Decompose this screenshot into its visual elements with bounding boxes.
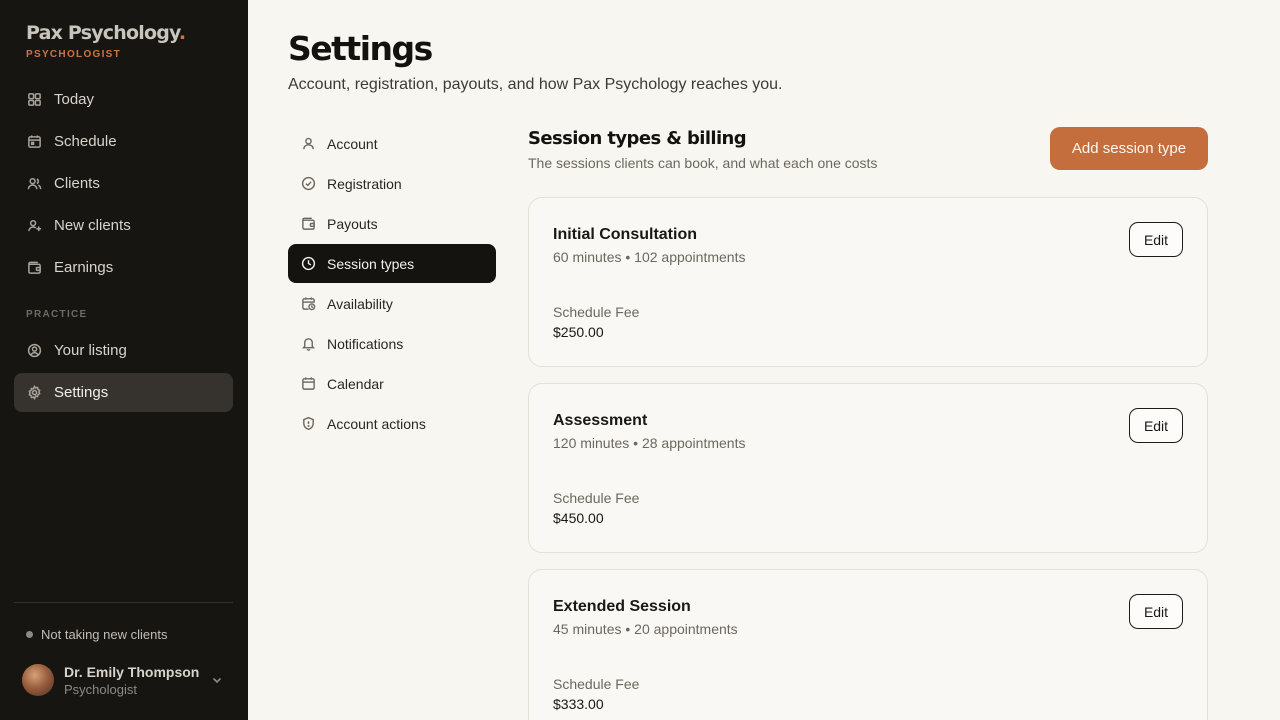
fee-value: $333.00 — [553, 696, 604, 712]
sidebar-item-today[interactable]: Today — [14, 80, 233, 119]
calendar-icon — [26, 134, 42, 150]
user-menu[interactable]: Dr. Emily Thompson Psychologist — [22, 663, 233, 697]
edit-button[interactable]: Edit — [1129, 222, 1183, 257]
settings-tab-notifications[interactable]: Notifications — [288, 324, 496, 363]
status-dot — [26, 631, 33, 638]
settings-tab-label: Account — [327, 135, 378, 152]
sidebar-item-new-clients[interactable]: New clients — [14, 206, 233, 245]
settings-tab-account-actions[interactable]: Account actions — [288, 404, 496, 443]
fee-value: $450.00 — [553, 510, 604, 526]
settings-tab-availability[interactable]: Availability — [288, 284, 496, 323]
sidebar-item-label: Your listing — [54, 342, 127, 359]
settings-tab-payouts[interactable]: Payouts — [288, 204, 496, 243]
fee-label: Schedule Fee — [553, 490, 640, 506]
user-circle-icon — [26, 343, 42, 359]
settings-tab-account[interactable]: Account — [288, 124, 496, 163]
settings-tab-label: Availability — [327, 295, 393, 312]
calendar-icon — [301, 376, 316, 391]
settings-tab-label: Account actions — [327, 415, 426, 432]
session-type-card: Initial Consultation 60 minutes • 102 ap… — [528, 197, 1208, 367]
edit-button[interactable]: Edit — [1129, 594, 1183, 629]
settings-tab-registration[interactable]: Registration — [288, 164, 496, 203]
section-title: Session types & billing — [528, 128, 747, 149]
wallet-icon — [26, 260, 42, 276]
fee-value: $250.00 — [553, 324, 604, 340]
wallet-icon — [301, 216, 316, 231]
session-type-meta: 60 minutes • 102 appointments — [553, 249, 746, 265]
settings-tab-label: Calendar — [327, 375, 384, 392]
settings-tab-calendar[interactable]: Calendar — [288, 364, 496, 403]
settings-tab-label: Session types — [327, 255, 415, 272]
sidebar-item-label: Settings — [54, 384, 109, 401]
calendar-clock-icon — [301, 296, 316, 311]
bell-icon — [301, 336, 316, 351]
sidebar-item-label: Today — [54, 91, 95, 108]
users-icon — [26, 176, 42, 192]
check-circle-icon — [301, 176, 316, 191]
session-type-name: Extended Session — [553, 598, 691, 615]
user-plus-icon — [26, 218, 42, 234]
session-type-meta: 120 minutes • 28 appointments — [553, 435, 746, 451]
add-session-type-button[interactable]: Add session type — [1050, 127, 1208, 170]
sidebar-item-label: Clients — [54, 175, 100, 192]
settings-nav: Account Registration Payouts Session typ… — [288, 124, 496, 444]
section-subtitle: The sessions clients can book, and what … — [528, 155, 878, 171]
settings-tab-label: Registration — [327, 175, 402, 192]
main-nav: Today Schedule Clients New clients Earni… — [14, 80, 233, 290]
shield-icon — [301, 416, 316, 431]
brand[interactable]: Pax Psychology. PSYCHOLOGIST — [26, 22, 186, 60]
session-type-card: Extended Session 45 minutes • 20 appoint… — [528, 569, 1208, 720]
edit-button[interactable]: Edit — [1129, 408, 1183, 443]
user-icon — [301, 136, 316, 151]
fee-label: Schedule Fee — [553, 676, 640, 692]
page-title: Settings — [288, 29, 433, 68]
settings-tab-label: Notifications — [327, 335, 404, 352]
practice-nav: Your listing Settings — [14, 331, 233, 415]
user-role: Psychologist — [64, 681, 137, 697]
sidebar-item-schedule[interactable]: Schedule — [14, 122, 233, 161]
sidebar-item-label: New clients — [54, 217, 131, 234]
sidebar-divider — [14, 602, 233, 603]
brand-role: PSYCHOLOGIST — [26, 49, 122, 60]
user-name: Dr. Emily Thompson — [64, 663, 200, 680]
gear-icon — [26, 385, 42, 401]
sidebar-item-label: Earnings — [54, 259, 114, 276]
avatar — [22, 664, 54, 696]
nav-section-label: PRACTICE — [26, 309, 88, 320]
sidebar-item-your-listing[interactable]: Your listing — [14, 331, 233, 370]
status-text: Not taking new clients — [41, 627, 168, 642]
sidebar-item-label: Schedule — [54, 133, 117, 150]
session-type-name: Initial Consultation — [553, 226, 697, 243]
brand-logo: Pax Psychology. — [26, 22, 186, 44]
sidebar-item-clients[interactable]: Clients — [14, 164, 233, 203]
sidebar-item-earnings[interactable]: Earnings — [14, 248, 233, 287]
sidebar-item-settings[interactable]: Settings — [14, 373, 233, 412]
session-type-name: Assessment — [553, 412, 648, 429]
page-subtitle: Account, registration, payouts, and how … — [288, 76, 783, 93]
settings-tab-label: Payouts — [327, 215, 378, 232]
chevron-down-icon[interactable] — [211, 673, 223, 685]
clock-icon — [301, 256, 316, 271]
fee-label: Schedule Fee — [553, 304, 640, 320]
availability-status[interactable]: Not taking new clients — [26, 627, 167, 642]
settings-tab-session-types[interactable]: Session types — [288, 244, 496, 283]
grid-icon — [26, 92, 42, 108]
session-type-meta: 45 minutes • 20 appointments — [553, 621, 738, 637]
sidebar: Pax Psychology. PSYCHOLOGIST Today Sched… — [0, 0, 248, 720]
session-type-card: Assessment 120 minutes • 28 appointments… — [528, 383, 1208, 553]
